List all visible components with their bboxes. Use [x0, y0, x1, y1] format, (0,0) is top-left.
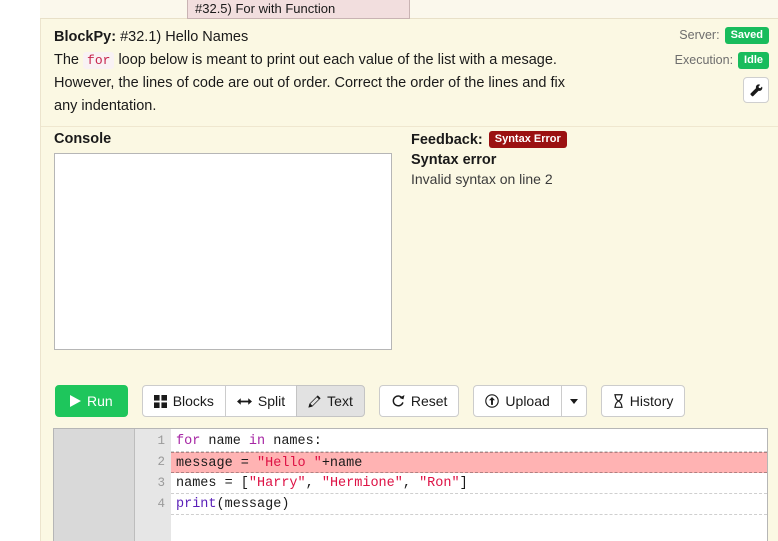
split-button-label: Split — [257, 393, 286, 409]
play-icon — [70, 395, 81, 407]
code-token: message = — [176, 456, 258, 471]
text-button[interactable]: Text — [296, 385, 365, 417]
execution-status-row: Execution: Idle — [624, 49, 769, 71]
grid-icon — [153, 394, 167, 408]
wrench-icon — [749, 83, 762, 96]
server-status-badge: Saved — [724, 26, 769, 44]
console-output[interactable] — [54, 153, 392, 350]
upload-button[interactable]: Upload — [473, 385, 562, 417]
run-button[interactable]: Run — [55, 385, 128, 417]
split-button[interactable]: Split — [224, 385, 298, 417]
code-token: "Harry" — [248, 476, 306, 491]
status-block: Server: Saved Execution: Idle — [624, 24, 769, 103]
line-number: 1 — [157, 434, 165, 448]
code-token: ] — [459, 476, 468, 491]
code-editor[interactable]: 1234 for name in names: message = "Hello … — [53, 428, 768, 541]
execution-status-label: Execution: — [674, 53, 734, 67]
blocks-button[interactable]: Blocks — [141, 385, 226, 417]
feedback-label: Feedback: — [411, 131, 483, 148]
instructions-line-1: The for loop below is meant to print out… — [54, 49, 624, 72]
tab-strip: #32.5) For with Function — [40, 0, 778, 19]
instructions-line-2: However, the lines of code are out of or… — [54, 75, 566, 91]
pencil-icon — [308, 394, 321, 408]
upload-group: Upload — [473, 385, 587, 417]
app-name: BlockPy: — [54, 29, 117, 45]
reset-button-label: Reset — [410, 393, 448, 409]
blocks-canvas-pane[interactable] — [54, 429, 135, 541]
reset-button[interactable]: Reset — [378, 385, 460, 417]
blocks-button-label: Blocks — [172, 393, 214, 409]
feedback-status-badge: Syntax Error — [488, 131, 567, 148]
console-feedback-section: Console Feedback: Syntax Error Syntax er… — [41, 127, 778, 373]
hourglass-icon — [614, 394, 623, 408]
line-number-gutter: 1 2 3 4 — [135, 429, 171, 541]
feedback-title: Syntax error — [411, 152, 497, 168]
text-button-label: Text — [327, 393, 353, 409]
main-column: BlockPy: #32.1) Hello Names The for loop… — [40, 19, 778, 541]
refresh-icon — [392, 395, 405, 407]
console-title: Console — [54, 131, 112, 147]
code-token: names: — [265, 434, 322, 449]
editor-toolbar: Run Blocks Split Text Reset Upload Histo… — [41, 373, 778, 428]
code-line[interactable]: for name in names: — [171, 431, 767, 452]
code-line[interactable]: names = ["Harry", "Hermione", "Ron"] — [171, 473, 767, 494]
execution-status-badge: Idle — [738, 51, 769, 69]
code-token: print — [176, 497, 217, 512]
inline-code-for: for — [83, 52, 115, 69]
code-token: (message) — [216, 497, 290, 512]
feedback-header: Feedback: Syntax Error — [411, 131, 741, 148]
code-token: , — [305, 476, 322, 491]
code-line[interactable]: print(message) — [171, 494, 767, 515]
instructions-line-1-before: The — [54, 52, 84, 68]
history-button-label: History — [629, 393, 674, 409]
instructions-line-1-after: loop below is meant to print out each va… — [114, 52, 557, 68]
code-token: "Ron" — [419, 476, 460, 491]
gutter-empty-space — [135, 515, 171, 541]
code-token: "Hello " — [257, 456, 322, 471]
instructions-text: BlockPy: #32.1) Hello Names The for loop… — [54, 26, 624, 118]
blockpy-page: #32.5) For with Function BlockPy: #32.1)… — [0, 0, 778, 541]
code-token: in — [248, 434, 266, 449]
feedback-message: Invalid syntax on line 2 — [411, 171, 553, 187]
settings-wrench-button[interactable] — [743, 77, 769, 103]
page-left-margin — [0, 19, 40, 541]
code-line-error[interactable]: message = "Hello "+name — [171, 452, 767, 473]
line-number: 2 — [157, 455, 165, 469]
console-panel: Console — [54, 131, 404, 350]
caret-down-icon — [569, 398, 578, 404]
upload-dropdown-button[interactable] — [560, 385, 587, 417]
assignment-heading: BlockPy: #32.1) Hello Names — [54, 26, 624, 49]
feedback-panel: Feedback: Syntax Error Syntax error Inva… — [411, 131, 741, 187]
assignment-title: #32.1) Hello Names — [120, 29, 249, 45]
toolbar-button-row: Run Blocks Split Text Reset Upload Histo… — [55, 385, 686, 417]
left-right-arrow-icon — [236, 397, 252, 405]
code-token: +name — [321, 456, 363, 471]
server-status-row: Server: Saved — [624, 24, 769, 46]
code-token: , — [402, 476, 420, 491]
upload-button-label: Upload — [505, 393, 550, 409]
code-token: name — [200, 434, 249, 449]
line-number: 4 — [157, 497, 165, 511]
line-number: 3 — [157, 476, 165, 490]
circle-up-arrow-icon — [485, 394, 500, 408]
code-text-area[interactable]: for name in names: message = "Hello "+nam… — [171, 429, 767, 541]
tab-for-with-function[interactable]: #32.5) For with Function — [187, 0, 410, 19]
instructions-panel: BlockPy: #32.1) Hello Names The for loop… — [41, 19, 778, 127]
code-token: for — [176, 434, 201, 449]
view-mode-group: Blocks Split Text — [141, 385, 365, 417]
editor-empty-space[interactable] — [171, 515, 767, 541]
run-button-label: Run — [87, 393, 113, 409]
code-token: "Hermione" — [321, 476, 403, 491]
server-status-label: Server: — [679, 28, 720, 42]
history-button[interactable]: History — [600, 385, 686, 417]
code-token: names = [ — [176, 476, 249, 491]
instructions-line-3: any indentation. — [54, 98, 157, 114]
